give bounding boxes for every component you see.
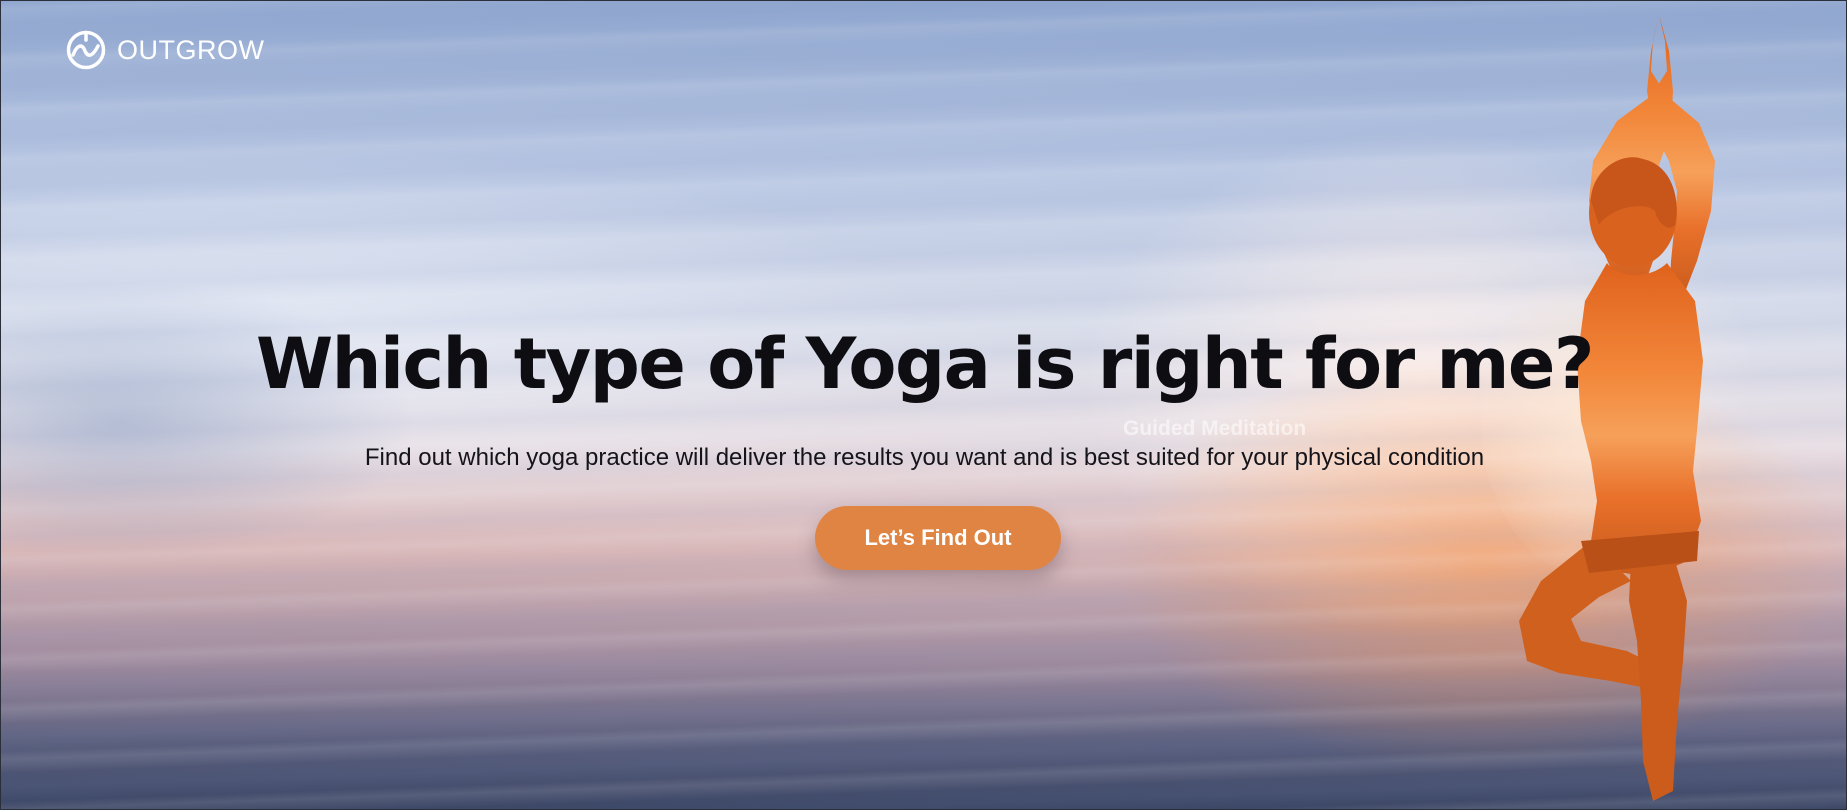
outgrow-logo-icon xyxy=(65,29,107,71)
background-overlay-label: Guided Meditation xyxy=(1123,417,1307,440)
page-subtitle: Find out which yoga practice will delive… xyxy=(364,444,1485,471)
brand-logo[interactable]: OUTGROW xyxy=(65,29,264,71)
page-title: Which type of Yoga is right for me? xyxy=(255,323,1595,405)
lets-find-out-button[interactable]: Let’s Find Out xyxy=(815,506,1061,570)
brand-name: OUTGROW xyxy=(117,34,265,65)
landing-page: OUTGROW Guided Meditation Which type of … xyxy=(0,0,1847,810)
yoga-silhouette-image xyxy=(1481,15,1721,801)
